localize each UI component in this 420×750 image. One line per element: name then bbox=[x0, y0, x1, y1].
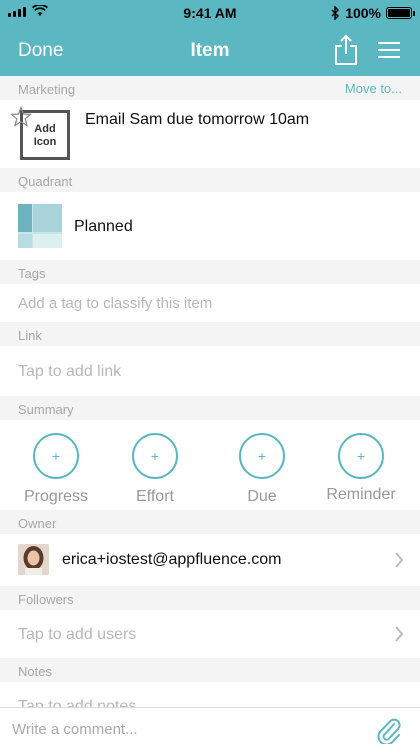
notes-placeholder: Tap to add notes bbox=[18, 698, 137, 707]
tags-header-label: Tags bbox=[18, 266, 46, 281]
quadrant-header: Quadrant bbox=[0, 168, 420, 192]
owner-header-label: Owner bbox=[18, 516, 57, 531]
notes-row[interactable]: Tap to add notes bbox=[0, 682, 420, 707]
bluetooth-icon bbox=[331, 6, 340, 20]
owner-email: erica+iostest@appfluence.com bbox=[62, 551, 282, 568]
due-label: Due bbox=[247, 488, 277, 505]
notes-header-label: Notes bbox=[18, 664, 52, 679]
chevron-right-icon bbox=[395, 552, 404, 568]
tags-header: Tags bbox=[0, 260, 420, 284]
followers-header-label: Followers bbox=[18, 592, 74, 607]
avatar bbox=[18, 544, 49, 575]
status-bar: 9:41 AM 100% bbox=[0, 0, 420, 26]
followers-header: Followers bbox=[0, 586, 420, 610]
notes-header: Notes bbox=[0, 658, 420, 682]
project-header: Marketing Move to... bbox=[0, 76, 420, 100]
move-to-button[interactable]: Move to... bbox=[345, 81, 402, 96]
quadrant-row[interactable] bbox=[0, 192, 420, 260]
summary-header-label: Summary bbox=[18, 402, 74, 417]
link-header: Link bbox=[0, 322, 420, 346]
battery-percent: 100% bbox=[345, 5, 381, 21]
star-icon[interactable] bbox=[10, 106, 32, 128]
reminder-add-button[interactable]: + bbox=[338, 433, 384, 479]
tags-placeholder: Add a tag to classify this item bbox=[18, 295, 213, 312]
nav-bar: Done Item bbox=[0, 26, 420, 76]
quadrant-value: Planned bbox=[74, 218, 133, 235]
link-placeholder: Tap to add link bbox=[18, 363, 122, 380]
status-right: 100% bbox=[331, 5, 415, 21]
link-header-label: Link bbox=[18, 328, 42, 343]
due-add-button[interactable]: + bbox=[239, 433, 285, 479]
quadrant-header-label: Quadrant bbox=[18, 174, 73, 189]
progress-add-button[interactable]: + bbox=[33, 433, 79, 479]
share-icon[interactable] bbox=[334, 34, 358, 66]
menu-icon[interactable] bbox=[378, 41, 400, 59]
task-title[interactable]: Email Sam due tomorrow 10am bbox=[85, 111, 309, 129]
done-button[interactable]: Done bbox=[18, 40, 63, 62]
comment-bar bbox=[0, 707, 420, 750]
comment-input[interactable] bbox=[0, 708, 360, 750]
paperclip-icon[interactable] bbox=[376, 716, 402, 744]
project-name: Marketing bbox=[18, 82, 76, 97]
reminder-label: Reminder bbox=[326, 486, 396, 503]
effort-label: Effort bbox=[136, 488, 174, 505]
battery-icon bbox=[386, 7, 415, 19]
chevron-right-icon bbox=[395, 626, 404, 642]
effort-add-button[interactable]: + bbox=[132, 433, 178, 479]
quadrant-icon bbox=[18, 204, 62, 248]
summary-header: Summary bbox=[0, 396, 420, 420]
followers-placeholder: Tap to add users bbox=[18, 626, 137, 643]
owner-header: Owner bbox=[0, 510, 420, 534]
progress-label: Progress bbox=[23, 488, 89, 505]
